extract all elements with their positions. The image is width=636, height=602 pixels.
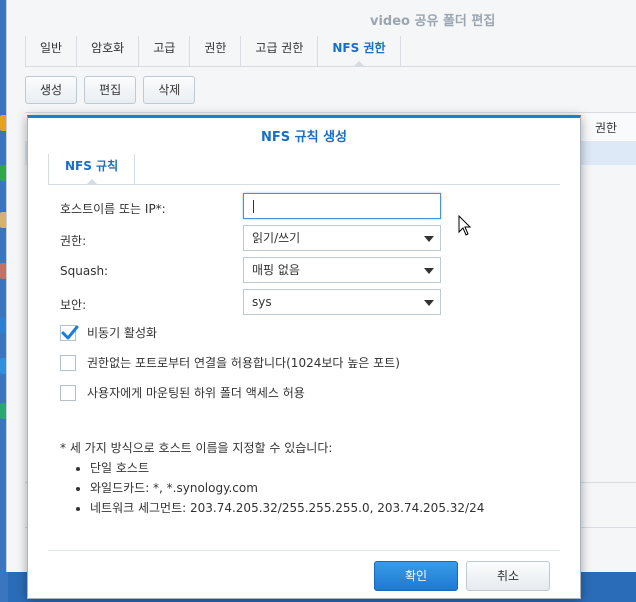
security-value: sys xyxy=(252,295,272,309)
text-caret xyxy=(253,200,254,213)
subfolder-access-checkbox-row[interactable]: 사용자에게 마운팅된 하위 폴더 액세스 허용 xyxy=(60,384,305,401)
async-checkbox-label: 비동기 활성화 xyxy=(87,326,158,340)
window-title: video 공유 폴더 편집 xyxy=(370,14,496,29)
list-item: 네트워크 세그먼트: 203.74.205.32/255.255.255.0, … xyxy=(90,498,484,518)
security-select[interactable]: sys xyxy=(243,289,441,315)
list-item: 와일드카드: *, *.synology.com xyxy=(90,478,484,498)
security-label: 보안: xyxy=(60,298,87,312)
hostname-help-note: * 세 가지 방식으로 호스트 이름을 지정할 수 있습니다: 단일 호스트 와… xyxy=(60,438,484,518)
edit-button[interactable]: 편집 xyxy=(84,76,137,104)
ok-button[interactable]: 확인 xyxy=(374,561,458,591)
column-header-privilege[interactable]: 권한 xyxy=(595,119,617,136)
chevron-down-icon[interactable] xyxy=(424,268,434,274)
note-heading: * 세 가지 방식으로 호스트 이름을 지정할 수 있습니다: xyxy=(60,441,333,455)
cancel-button[interactable]: 취소 xyxy=(466,561,550,591)
toolbar: 생성 편집 삭제 xyxy=(25,76,196,104)
note-list: 단일 호스트 와일드카드: *, *.synology.com 네트워크 세그먼… xyxy=(60,458,484,518)
subfolder-access-checkbox[interactable] xyxy=(60,384,76,401)
privilege-label: 권한: xyxy=(60,234,87,248)
delete-button[interactable]: 삭제 xyxy=(143,76,196,104)
async-checkbox[interactable] xyxy=(60,324,79,341)
tab-nfs-rule[interactable]: NFS 규칙 xyxy=(48,154,136,185)
insecure-ports-checkbox[interactable] xyxy=(60,354,76,371)
create-nfs-rule-dialog: NFS 규칙 생성 NFS 규칙 호스트이름 또는 IP*: 권한: 읽기/쓰기… xyxy=(27,115,581,599)
dialog-title: NFS 규칙 생성 xyxy=(260,130,347,145)
tab-advanced-permissions[interactable]: 고급 권한 xyxy=(241,36,319,66)
insecure-ports-checkbox-row[interactable]: 권한없는 포트로부터 연결을 허용합니다(1024보다 높은 포트) xyxy=(60,354,400,371)
tab-encryption[interactable]: 암호화 xyxy=(77,36,140,66)
tab-general[interactable]: 일반 xyxy=(25,36,78,66)
checkmark-icon xyxy=(61,325,79,339)
hostname-input[interactable] xyxy=(243,193,441,219)
window-title-bar[interactable]: video 공유 폴더 편집 xyxy=(7,0,636,36)
chevron-down-icon[interactable] xyxy=(424,300,434,306)
tab-nfs-permissions[interactable]: NFS 권한 xyxy=(318,36,401,67)
async-checkbox-row[interactable]: 비동기 활성화 xyxy=(60,324,157,341)
privilege-value: 읽기/쓰기 xyxy=(252,231,301,245)
subfolder-access-checkbox-label: 사용자에게 마운팅된 하위 폴더 액세스 허용 xyxy=(87,386,305,400)
insecure-ports-checkbox-label: 권한없는 포트로부터 연결을 허용합니다(1024보다 높은 포트) xyxy=(87,356,400,370)
mouse-cursor-icon xyxy=(458,215,472,236)
create-button[interactable]: 생성 xyxy=(25,76,78,104)
list-item: 단일 호스트 xyxy=(90,458,484,478)
dialog-tabs: NFS 규칙 xyxy=(48,154,560,185)
settings-tabs: 일반 암호화 고급 권한 고급 권한 NFS 권한 xyxy=(25,36,636,67)
squash-select[interactable]: 매핑 없음 xyxy=(243,257,441,283)
footer-divider xyxy=(48,550,560,551)
hostname-label: 호스트이름 또는 IP*: xyxy=(60,202,166,216)
chevron-down-icon[interactable] xyxy=(424,236,434,242)
squash-value: 매핑 없음 xyxy=(252,263,300,277)
tab-advanced[interactable]: 고급 xyxy=(139,36,191,66)
privilege-select[interactable]: 읽기/쓰기 xyxy=(243,225,441,251)
squash-label: Squash: xyxy=(60,264,109,278)
tab-permissions[interactable]: 권한 xyxy=(190,36,242,66)
